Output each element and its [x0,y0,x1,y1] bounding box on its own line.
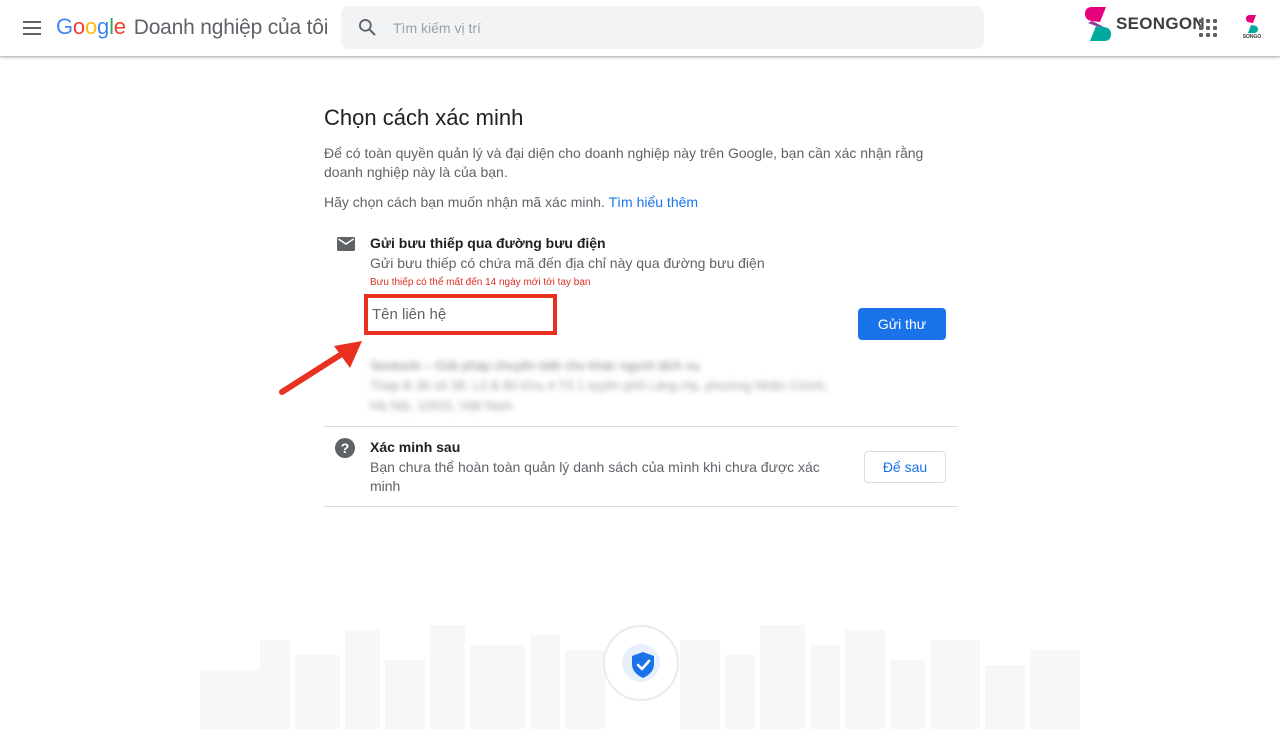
page-title: Chọn cách xác minh [324,105,524,130]
brand-letter: o [72,14,85,39]
send-postcard-button[interactable]: Gửi thư [858,308,946,340]
address-line: Tháp B 38 số 38, Lô B 80 Khu 4 Tổ 1 tuyế… [370,378,828,393]
contact-name-highlight [364,294,557,335]
postcard-warning: Bưu thiếp có thể mất đến 14 ngày mới tới… [370,277,591,288]
partner-logo-text: SEONGON [1116,14,1206,33]
top-app-bar: Google Doanh nghiệp của tôi SEONGON SONG… [0,0,1280,56]
brand-letter: G [56,14,73,39]
contact-name-input[interactable] [372,302,542,327]
postcard-option: Gửi bưu thiếp qua đường bưu điện Gửi bưu… [279,228,958,426]
verify-later-button[interactable]: Để sau [864,451,946,483]
verify-later-title: Xác minh sau [370,439,461,455]
help-icon: ? [335,438,355,458]
search-bar[interactable] [341,6,984,49]
account-avatar[interactable]: SONGO [1236,12,1268,44]
seongon-logo-icon [1085,7,1111,41]
apps-grid-icon[interactable] [1199,19,1217,37]
learn-more-link[interactable]: Tìm hiểu thêm [609,194,698,210]
app-title[interactable]: Google Doanh nghiệp của tôi [56,14,328,40]
verify-later-subtitle: Bạn chưa thể hoàn toàn quản lý danh sách… [370,459,820,494]
verified-badge [603,625,679,701]
postcard-title: Gửi bưu thiếp qua đường bưu điện [370,235,606,251]
menu-icon[interactable] [20,16,44,40]
brand-letter: g [97,14,110,39]
avatar-tag: SONGO [1242,34,1262,40]
postcard-subtitle: Gửi bưu thiếp có chứa mã đến địa chỉ này… [370,255,765,271]
divider [324,506,958,507]
choose-method-label: Hãy chọn cách bạn muốn nhận mã xác minh. [324,194,605,210]
brand-letter: o [84,14,98,39]
annotation-arrow-icon [279,341,362,395]
choose-method-text: Hãy chọn cách bạn muốn nhận mã xác minh.… [324,194,698,210]
business-address: Seotools – Giải pháp chuyên biệt cho khá… [370,356,828,416]
mail-icon [337,237,355,251]
search-icon[interactable] [357,17,377,37]
shield-check-icon [632,652,654,678]
address-line: Seotools – Giải pháp chuyên biệt cho khá… [370,358,700,373]
product-name: Doanh nghiệp của tôi [133,16,329,39]
address-line: Hà Nội, 11815, Việt Nam [370,398,513,413]
verify-later-option: ? Xác minh sau Bạn chưa thể hoàn toàn qu… [324,426,958,506]
avatar-logo-icon [1246,15,1258,33]
partner-logo: SEONGON [1082,4,1205,44]
search-input[interactable] [393,6,953,49]
brand-letter: e [113,14,126,39]
page-description: Để có toàn quyền quản lý và đại diện cho… [324,145,924,180]
